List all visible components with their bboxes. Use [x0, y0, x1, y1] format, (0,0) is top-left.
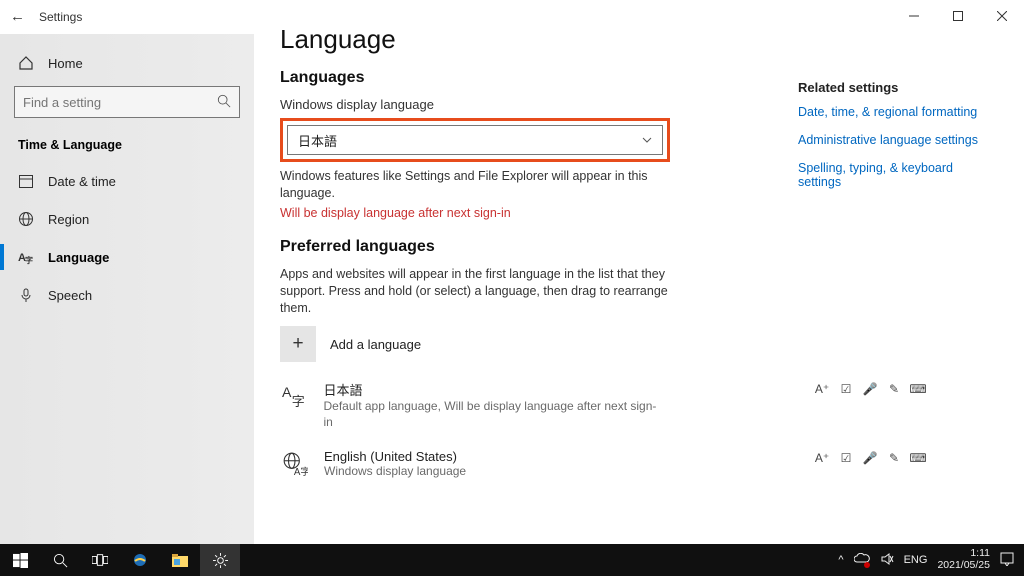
microphone-icon [18, 287, 34, 303]
related-link-regional[interactable]: Date, time, & regional formatting [798, 105, 998, 119]
annotation-highlight: 日本語 [280, 118, 670, 162]
back-icon[interactable]: ← [10, 8, 25, 25]
sidebar: Home Time & Language Date & time Region … [0, 34, 254, 544]
taskbar-right: ^ ENG 1:11 2021/05/25 [838, 548, 1024, 571]
add-language-label: Add a language [330, 337, 421, 352]
sidebar-item-label: Date & time [48, 174, 116, 189]
speech-icon: 🎤 [863, 382, 877, 396]
display-language-warning: Will be display language after next sign… [280, 206, 998, 220]
preferred-helper: Apps and websites will appear in the fir… [280, 266, 680, 317]
language-name: 日本語 [324, 380, 661, 399]
chevron-down-icon [642, 133, 652, 148]
taskbar-app-settings[interactable] [200, 544, 240, 576]
handwriting-icon: ✎ [887, 451, 901, 465]
handwriting-icon: ✎ [887, 382, 901, 396]
language-name: English (United States) [324, 449, 466, 464]
plus-icon: + [280, 326, 316, 362]
language-feature-icons: A⁺ ☑ 🎤 ✎ ⌨ [815, 451, 925, 465]
start-button[interactable] [0, 544, 40, 576]
task-view-button[interactable] [80, 544, 120, 576]
sidebar-item-label: Language [48, 250, 109, 265]
window-header: ← Settings [10, 8, 82, 25]
notifications-icon[interactable] [1000, 552, 1014, 569]
taskbar-app-explorer[interactable] [160, 544, 200, 576]
sidebar-item-language[interactable]: A字 Language [0, 238, 254, 276]
volume-icon[interactable] [880, 552, 894, 569]
sidebar-search[interactable] [14, 86, 240, 118]
calendar-icon [18, 173, 34, 189]
tts-icon: A⁺ [815, 382, 829, 396]
language-glyph-globe-icon: A字 [280, 449, 310, 479]
sidebar-section-title: Time & Language [0, 126, 254, 162]
sidebar-item-datetime[interactable]: Date & time [0, 162, 254, 200]
related-link-admin[interactable]: Administrative language settings [798, 133, 998, 147]
speech-icon: 🎤 [863, 451, 877, 465]
section-preferred: Preferred languages [280, 238, 998, 256]
taskbar-date: 2021/05/25 [937, 560, 990, 572]
svg-text:A: A [282, 385, 292, 401]
sidebar-item-speech[interactable]: Speech [0, 276, 254, 314]
related-settings: Related settings Date, time, & regional … [798, 80, 998, 203]
svg-text:字: 字 [292, 394, 305, 408]
tray-chevron-icon[interactable]: ^ [838, 554, 843, 566]
taskbar-search-button[interactable] [40, 544, 80, 576]
taskbar-clock[interactable]: 1:11 2021/05/25 [937, 548, 990, 571]
language-subtext: Default app language, Will be display la… [324, 399, 661, 430]
onedrive-icon[interactable] [854, 553, 870, 568]
tts-icon: A⁺ [815, 451, 829, 465]
sidebar-item-label: Region [48, 212, 89, 227]
language-item-japanese[interactable]: A字 日本語 Default app language, Will be dis… [280, 380, 660, 430]
svg-text:字: 字 [25, 255, 33, 265]
settings-window: ← Settings Home Time & Language Date & t… [0, 0, 1024, 544]
display-language-dropdown[interactable]: 日本語 [287, 125, 663, 155]
taskbar: ^ ENG 1:11 2021/05/25 [0, 544, 1024, 576]
add-language-button[interactable]: + Add a language [280, 326, 998, 362]
language-item-english[interactable]: A字 English (United States) Windows displ… [280, 449, 660, 480]
home-icon [18, 55, 34, 71]
keyboard-icon: ⌨ [911, 382, 925, 396]
language-feature-icons: A⁺ ☑ 🎤 ✎ ⌨ [815, 382, 925, 396]
search-input[interactable] [23, 95, 203, 110]
sidebar-home-label: Home [48, 56, 83, 71]
language-subtext: Windows display language [324, 464, 466, 480]
taskbar-left [0, 544, 240, 576]
related-title: Related settings [798, 80, 998, 95]
taskbar-app-ie[interactable] [120, 544, 160, 576]
display-language-helper: Windows features like Settings and File … [280, 168, 660, 202]
search-icon [217, 94, 231, 111]
related-link-typing[interactable]: Spelling, typing, & keyboard settings [798, 161, 998, 189]
app-title: Settings [39, 10, 82, 24]
display-language-value: 日本語 [298, 131, 337, 150]
display-icon: ☑ [839, 451, 853, 465]
ime-indicator[interactable]: ENG [904, 554, 928, 566]
sidebar-item-region[interactable]: Region [0, 200, 254, 238]
sidebar-item-label: Speech [48, 288, 92, 303]
sidebar-home[interactable]: Home [0, 44, 254, 82]
display-icon: ☑ [839, 382, 853, 396]
svg-text:A字: A字 [294, 464, 308, 476]
language-icon: A字 [18, 249, 34, 265]
main-content: Language Languages Windows display langu… [254, 0, 1024, 544]
page-title: Language [280, 24, 998, 55]
keyboard-icon: ⌨ [911, 451, 925, 465]
globe-icon [18, 211, 34, 227]
language-glyph-icon: A字 [280, 380, 310, 410]
